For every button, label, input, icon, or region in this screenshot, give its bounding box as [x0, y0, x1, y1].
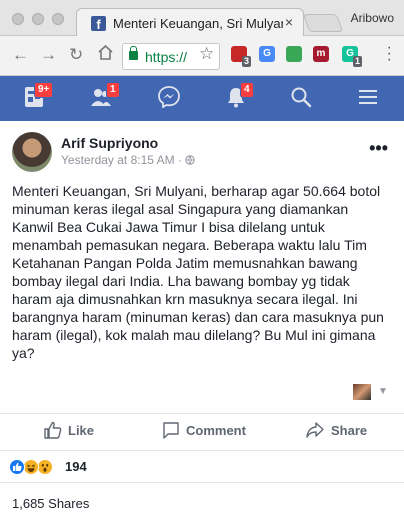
facebook-navbar: 9+ 1 4 [0, 76, 404, 121]
home-icon[interactable] [97, 44, 114, 66]
reactions-summary[interactable]: 194 [0, 450, 404, 482]
news-feed-badge: 9+ [34, 82, 54, 98]
grammarly-extension-icon[interactable]: G1 [342, 46, 362, 67]
post-actions-bar: Like Comment Share [0, 413, 404, 449]
url-text: https:// [145, 49, 188, 65]
notifications-badge: 4 [240, 82, 254, 98]
shares-count[interactable]: 1,685 Shares [12, 496, 89, 511]
author-name[interactable]: Arif Supriyono [61, 135, 158, 151]
share-button[interactable]: Share [331, 423, 367, 438]
reaction-count: 194 [65, 459, 87, 474]
new-tab-button[interactable] [302, 14, 344, 32]
close-tab-icon[interactable]: × [285, 14, 293, 30]
extension-badge: 3 [241, 56, 251, 67]
mendeley-extension-icon[interactable]: m [313, 46, 329, 62]
minimize-window-button[interactable] [32, 13, 44, 25]
bookmark-star-icon[interactable]: ☆ [199, 44, 214, 64]
like-reaction-icon [9, 459, 25, 475]
shares-row: 1,685 Shares [0, 482, 404, 521]
like-thumb-icon[interactable] [43, 420, 63, 440]
like-button[interactable]: Like [68, 423, 94, 438]
comment-button[interactable]: Comment [186, 423, 246, 438]
haha-reaction-icon [23, 459, 39, 475]
post-options-icon[interactable]: ••• [369, 138, 388, 159]
timestamp-text: Yesterday at 8:15 AM · [61, 153, 186, 167]
browser-tab[interactable]: f Menteri Keuangan, Sri Mulyani, be × [76, 8, 304, 37]
translate-extension-icon[interactable]: G [259, 46, 275, 62]
facebook-favicon-icon: f [91, 16, 106, 31]
reactor-avatar[interactable] [353, 384, 371, 400]
download-extension-icon[interactable] [286, 46, 302, 62]
tab-title: Menteri Keuangan, Sri Mulyani, be [113, 16, 283, 31]
red-shield-extension-icon[interactable]: 3 [231, 46, 251, 67]
maximize-window-button[interactable] [52, 13, 64, 25]
close-window-button[interactable] [12, 13, 24, 25]
hamburger-menu-icon[interactable] [357, 86, 379, 113]
comment-bubble-icon[interactable] [161, 420, 181, 440]
post-timestamp[interactable]: Yesterday at 8:15 AM · [61, 153, 195, 167]
back-arrow-icon[interactable]: ← [12, 45, 29, 65]
globe-icon [185, 155, 195, 165]
share-arrow-icon[interactable] [305, 420, 325, 440]
post-body-text: Menteri Keuangan, Sri Mulyani, berharap … [12, 183, 384, 361]
reload-icon[interactable]: ↻ [69, 45, 83, 65]
messenger-icon[interactable] [158, 86, 180, 113]
search-icon[interactable] [290, 86, 312, 113]
forward-arrow-icon[interactable]: → [40, 45, 57, 65]
extension-badge: 1 [352, 56, 362, 67]
chevron-down-icon[interactable]: ▼ [378, 386, 388, 397]
lock-icon [129, 46, 138, 60]
window-titlebar: f Menteri Keuangan, Sri Mulyani, be × Ar… [0, 0, 404, 37]
feed-post: Arif Supriyono Yesterday at 8:15 AM · ••… [0, 121, 404, 521]
wow-reaction-icon [37, 459, 53, 475]
friend-requests-badge: 1 [106, 82, 120, 98]
browser-toolbar: ← → ↻ https:// ☆ 3Gm G1 · · · [0, 36, 404, 76]
browser-menu-icon[interactable]: · · · [387, 40, 392, 68]
author-avatar[interactable] [12, 132, 52, 172]
profile-name[interactable]: Aribowo [351, 11, 394, 25]
